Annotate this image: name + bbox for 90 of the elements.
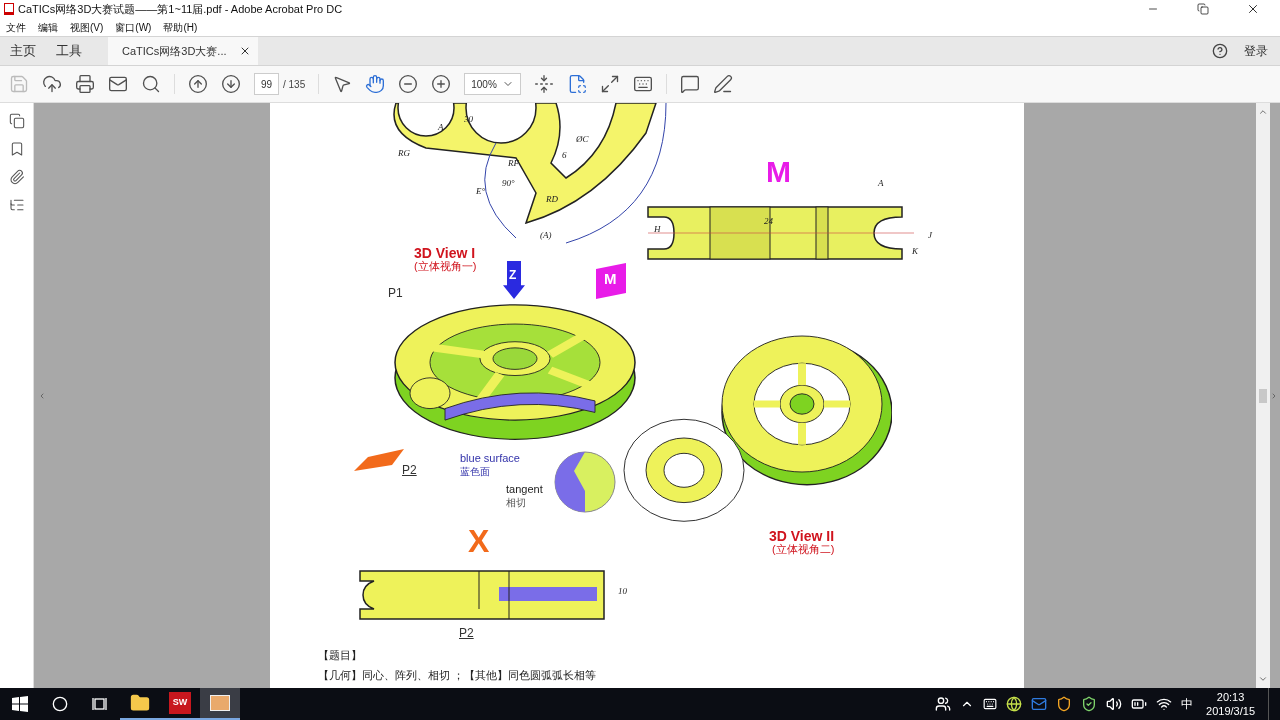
task-view-icon[interactable] — [92, 697, 108, 711]
page-number-field[interactable]: 99 — [254, 73, 279, 95]
annotation-label: tangent — [506, 484, 543, 495]
dimension-label: (A) — [540, 231, 552, 240]
annotation-label: 蓝色面 — [460, 467, 490, 477]
dimension-label: 10 — [618, 587, 627, 596]
acrobat-button[interactable] — [200, 688, 240, 720]
scan-page-icon[interactable] — [567, 74, 588, 94]
shield-icon[interactable] — [1056, 696, 1073, 712]
mail-icon[interactable] — [108, 74, 128, 94]
window-title: CaTICs网络3D大赛试题——第1~11届.pdf - Adobe Acrobat Pro DC — [18, 1, 343, 17]
point-label: P1 — [388, 287, 403, 299]
zoom-out-icon[interactable] — [398, 74, 419, 94]
globe-icon[interactable] — [1006, 696, 1023, 712]
dimension-label: A — [878, 179, 884, 188]
zoom-in-icon[interactable] — [431, 74, 452, 94]
pdf-file-icon — [4, 3, 14, 15]
print-icon[interactable] — [75, 74, 95, 94]
axis-label: Z — [509, 269, 517, 281]
dimension-label: RF — [508, 159, 519, 168]
point-label: P2 — [459, 627, 474, 639]
hand-tool-icon[interactable] — [365, 74, 386, 94]
view-label: M — [766, 157, 791, 187]
dimension-label: A — [438, 123, 444, 132]
flag-icon — [596, 263, 626, 299]
dimension-label: 6 — [562, 151, 567, 160]
fit-page-icon[interactable] — [534, 74, 555, 94]
tree-icon[interactable] — [8, 197, 25, 213]
detail-circle-drawing — [554, 451, 616, 513]
folder-icon — [130, 693, 150, 713]
section-heading: 【题目】 — [318, 650, 362, 661]
pointer-tool-icon[interactable] — [332, 74, 353, 94]
view-subtitle: (立体视角二) — [772, 544, 835, 555]
volume-icon[interactable] — [1106, 696, 1123, 712]
dimension-label: 90° — [502, 179, 515, 188]
nav-tab[interactable]: 工具 — [46, 37, 92, 65]
clock[interactable]: 20:13 2019/3/15 — [1202, 690, 1259, 718]
pen-icon[interactable] — [713, 74, 734, 94]
search-icon[interactable] — [52, 696, 68, 712]
people-icon[interactable] — [935, 696, 952, 712]
z-arrow-icon — [503, 261, 525, 299]
dimension-label: K — [912, 247, 918, 256]
security-icon[interactable] — [1081, 696, 1098, 712]
scroll-up-icon[interactable] — [1258, 107, 1268, 117]
cloud-upload-icon[interactable] — [42, 74, 62, 94]
view-title: 3D View I — [414, 246, 476, 260]
point-label: P2 — [402, 464, 417, 476]
notes-text: 【几何】同心、阵列、相切 ；【其他】同色圆弧弧长相等 — [318, 670, 597, 681]
help-icon[interactable] — [1212, 43, 1228, 59]
search-icon[interactable] — [141, 74, 161, 94]
dimension-label: 24 — [764, 217, 773, 226]
view-subtitle: (立体视角一) — [414, 261, 477, 272]
pages-icon[interactable] — [8, 113, 25, 129]
menu-item[interactable]: 视图(V) — [70, 19, 104, 35]
menu-item[interactable]: 窗口(W) — [115, 19, 152, 35]
restore-icon — [1197, 3, 1209, 15]
flag-label: M — [604, 271, 617, 286]
page-count: / 135 — [283, 77, 306, 92]
view-label: X — [468, 525, 490, 557]
zoom-dropdown[interactable]: 100% — [464, 73, 522, 95]
dimension-label: H — [654, 225, 661, 234]
annotation-label: blue surface — [460, 453, 520, 464]
dimension-label: RG — [398, 149, 410, 158]
menu-item[interactable]: 文件 — [6, 19, 26, 35]
view-title: 3D View II — [769, 529, 835, 543]
previous-page-icon[interactable] — [188, 74, 208, 94]
wifi-icon[interactable] — [1156, 696, 1173, 712]
scroll-thumb[interactable] — [1259, 388, 1267, 403]
document-tab[interactable]: CaTICs网络3D大赛... — [108, 37, 258, 65]
sign-in-link[interactable]: 登录 — [1244, 42, 1268, 60]
menu-item[interactable]: 帮助(H) — [163, 19, 198, 35]
comment-icon[interactable] — [680, 74, 701, 94]
menu-item[interactable]: 编辑 — [38, 19, 58, 35]
scroll-down-icon[interactable] — [1258, 674, 1268, 684]
windows-logo-icon[interactable] — [12, 696, 28, 712]
dimension-label: J — [928, 231, 932, 240]
nav-tab[interactable]: 主页 — [0, 37, 46, 65]
keyboard-icon[interactable] — [633, 74, 654, 94]
attachment-icon[interactable] — [8, 169, 25, 185]
dimension-label: RD — [546, 195, 558, 204]
mail-icon[interactable] — [1031, 696, 1048, 712]
input-method-indicator[interactable]: 中 — [1181, 695, 1194, 713]
next-page-icon[interactable] — [221, 74, 241, 94]
full-screen-icon[interactable] — [600, 74, 621, 94]
dimension-label: ØC — [576, 135, 589, 144]
annotation-label: 相切 — [506, 498, 526, 508]
tray-app-icon[interactable] — [983, 697, 998, 711]
close-icon — [1246, 2, 1260, 16]
battery-icon[interactable] — [1131, 696, 1148, 712]
dimension-label: E° — [476, 187, 486, 196]
